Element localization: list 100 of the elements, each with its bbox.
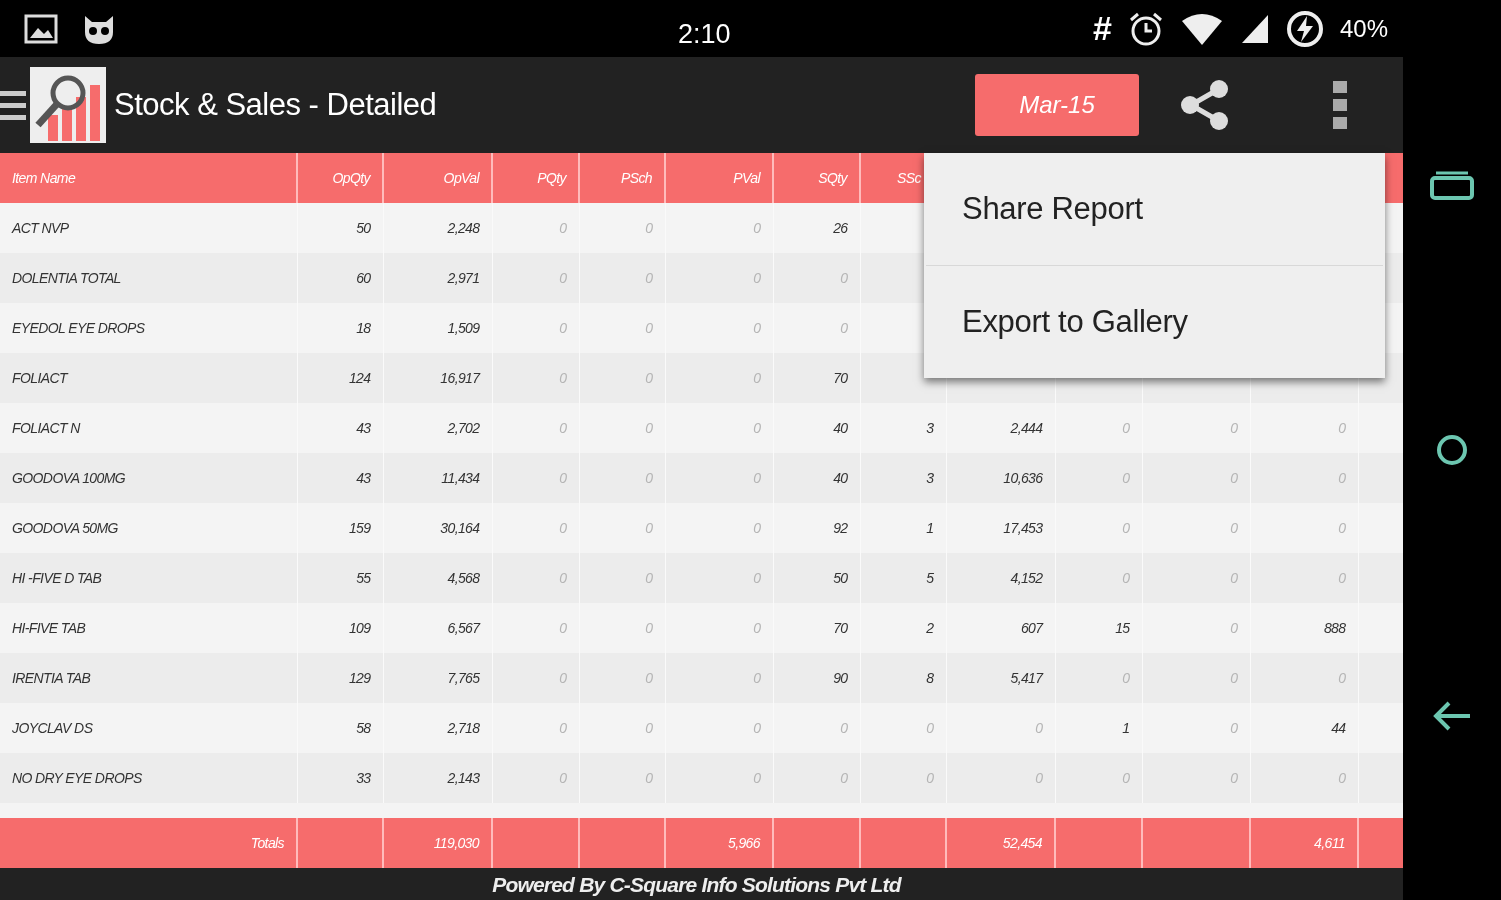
table-cell: 0 [665,403,773,453]
table-cell: 0 [773,703,860,753]
table-cell: 888 [1250,603,1358,653]
table-cell: 33 [297,753,383,803]
table-cell: 0 [665,603,773,653]
table-cell: 4,568 [383,553,492,603]
table-cell: 2,248 [383,203,492,253]
table-cell: 0 [1055,503,1142,553]
wifi-icon [1179,12,1224,45]
table-cell: 0 [579,703,665,753]
table-cell: 2,143 [383,753,492,803]
table-cell: 0 [492,403,579,453]
item-name-cell: GOODOVA 50MG [0,503,297,553]
table-cell: 5,417 [946,653,1055,703]
table-cell: 15 [1055,603,1142,653]
table-cell: 0 [1142,603,1250,653]
item-name-cell: EYEDOL EYE DROPS [0,303,297,353]
recent-apps-icon [1430,170,1474,200]
total-cell: 4,611 [1250,818,1358,868]
home-icon [1436,434,1468,466]
column-header[interactable]: PSch [579,153,665,203]
table-cell: 2,444 [946,403,1055,453]
battery-level: 40% [1339,13,1388,44]
table-cell: 26 [773,203,860,253]
menu-item[interactable]: Export to Gallery [924,266,1385,378]
table-cell: 0 [492,303,579,353]
table-cell: 3 [860,403,946,453]
table-cell: 60 [297,253,383,303]
table-cell: 0 [1142,503,1250,553]
column-header[interactable]: SQty [773,153,860,203]
back-icon [1432,700,1472,732]
table-cell: 0 [579,603,665,653]
table-cell: 0 [946,703,1055,753]
item-name-cell: FOLIACT N [0,403,297,453]
column-header[interactable]: OpVal [383,153,492,203]
item-name-cell: NO DRY EYE DROPS [0,753,297,803]
screen-title: Stock & Sales - Detailed [114,85,437,124]
battery-charging-icon [1285,9,1324,48]
table-cell: 90 [773,653,860,703]
table-cell: 0 [665,303,773,353]
table-cell: 1 [860,503,946,553]
total-cell: 5,966 [665,818,773,868]
item-name-cell: JOYCLAV DS [0,703,297,753]
more-options-icon[interactable] [1333,81,1347,129]
table-cell: 0 [1250,503,1358,553]
table-cell: 109 [297,603,383,653]
period-button[interactable]: Mar-15 [975,74,1139,136]
item-name-cell: DOLENTIA TOTAL [0,253,297,303]
table-cell: 0 [773,303,860,353]
item-name-cell: FOLIACT [0,353,297,403]
item-name-cell: IRENTIA TAB [0,653,297,703]
table-cell: 1 [1055,703,1142,753]
table-cell: 607 [946,603,1055,653]
app-logo-icon [30,67,106,143]
table-cell: 0 [492,603,579,653]
table-cell: 55 [297,553,383,603]
total-cell: 52,454 [946,818,1055,868]
table-cell: 0 [492,703,579,753]
table-cell: 43 [297,453,383,503]
table-cell: 2,971 [383,253,492,303]
table-cell: 40 [773,453,860,503]
item-name-cell: HI-FIVE TAB [0,603,297,653]
table-cell: 159 [297,503,383,553]
column-header[interactable]: PVal [665,153,773,203]
table-cell: 58 [297,703,383,753]
table-cell: 0 [1250,403,1358,453]
table-cell: 0 [860,703,946,753]
table-cell: 1,509 [383,303,492,353]
table-cell: 0 [665,203,773,253]
hash-icon: # [1093,3,1112,54]
table-cell: 0 [1055,403,1142,453]
clock-time: 2:10 [678,18,731,51]
table-cell: 4,152 [946,553,1055,603]
table-cell: 0 [579,303,665,353]
table-cell: 92 [773,503,860,553]
footer-credit: Powered By C-Square Info Solutions Pvt Ltd [492,871,901,898]
table-cell: 18 [297,303,383,353]
item-name-cell: HI -FIVE D TAB [0,553,297,603]
table-cell: 70 [773,603,860,653]
table-cell: 2 [860,603,946,653]
table-cell: 16,917 [383,353,492,403]
table-cell: 30,164 [383,503,492,553]
table-cell: 10,636 [946,453,1055,503]
column-header[interactable]: OpQty [297,153,383,203]
table-cell: 43 [297,403,383,453]
table-cell: 0 [492,503,579,553]
table-cell: 6,567 [383,603,492,653]
table-cell: 0 [665,703,773,753]
table-cell: 3 [860,453,946,503]
table-cell: 2,702 [383,403,492,453]
total-cell: 119,030 [383,818,492,868]
column-header[interactable]: Item Name [0,153,297,203]
table-cell: 0 [492,203,579,253]
totals-label: Totals [0,818,297,868]
column-header[interactable]: PQty [492,153,579,203]
item-name-cell: ACT NVP [0,203,297,253]
table-cell: 129 [297,653,383,703]
table-cell: 5 [860,553,946,603]
table-cell: 0 [579,503,665,553]
table-cell: 0 [1142,403,1250,453]
